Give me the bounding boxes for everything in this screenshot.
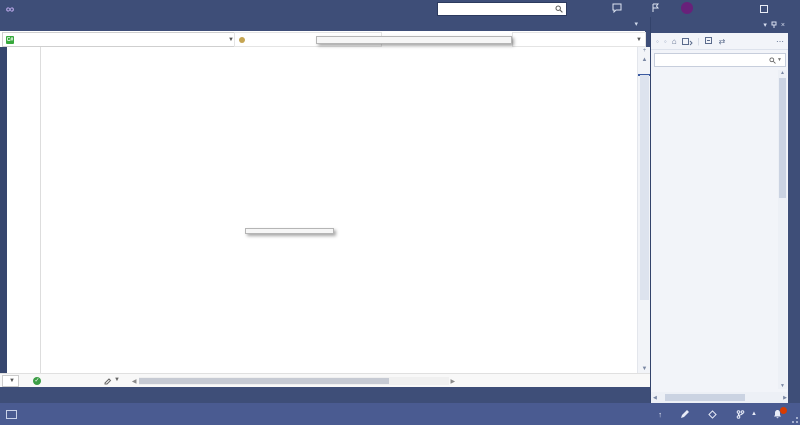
issues-ok-icon: ✓ <box>33 377 41 385</box>
pencil-icon <box>681 410 689 418</box>
search-icon <box>769 57 776 64</box>
status-bar: ↑ ▲ <box>0 403 800 425</box>
arrow-up-icon: ↑ <box>658 410 662 419</box>
scrollbar-thumb[interactable] <box>665 394 745 401</box>
title-bar: ∞ <box>0 0 800 17</box>
collapse-all-button[interactable] <box>705 37 714 46</box>
zoom-level-dropdown[interactable]: ▼ <box>2 375 19 387</box>
live-share-icon[interactable] <box>650 3 661 14</box>
code-editor[interactable] <box>0 47 637 373</box>
editor-horizontal-scrollbar[interactable] <box>139 377 449 385</box>
status-ready-icon <box>6 410 17 419</box>
home-button[interactable]: ⌂ <box>672 37 677 46</box>
toolbar-overflow-icon[interactable]: ⋯ <box>776 37 784 46</box>
scroll-up-arrow-icon[interactable]: ▲ <box>778 70 787 76</box>
chevron-down-icon: ▼ <box>9 378 15 384</box>
scrollbar-thumb[interactable] <box>779 78 786 198</box>
chevron-up-icon: ▲ <box>751 411 757 417</box>
sync-with-active-document-button[interactable]: ⇄ <box>719 37 726 46</box>
notifications-button[interactable] <box>773 409 782 419</box>
repository-button[interactable] <box>708 410 720 419</box>
back-button[interactable]: ◦ <box>656 37 659 46</box>
tab-context-menu <box>316 36 512 44</box>
send-feedback-icon[interactable] <box>612 3 623 14</box>
notifications-side-tab[interactable] <box>788 17 800 403</box>
notification-badge <box>780 407 787 414</box>
solution-explorer-search-input[interactable]: ▼ <box>654 53 786 67</box>
maximize-button[interactable] <box>752 0 776 17</box>
change-tracking-margin <box>40 47 41 373</box>
background-tasks-icon[interactable]: ▼ <box>104 377 120 385</box>
editor-indicator-margin <box>0 47 7 373</box>
solution-explorer-title-bar[interactable]: ▾ × <box>651 17 789 33</box>
close-panel-icon[interactable]: × <box>781 22 785 29</box>
user-avatar[interactable] <box>681 2 693 14</box>
csharp-project-icon: C# <box>6 36 14 44</box>
solution-explorer-tree <box>651 70 777 391</box>
visual-studio-window: ∞ ▾ C# ▼ ▼ <box>0 0 800 425</box>
visual-studio-logo-icon: ∞ <box>0 1 20 17</box>
tree-vertical-scrollbar[interactable]: ▲ ▼ <box>778 70 787 389</box>
chevron-down-icon: ▼ <box>777 57 782 63</box>
search-icon <box>555 5 563 13</box>
class-icon <box>238 36 246 44</box>
tree-horizontal-scrollbar[interactable]: ◀ ▶ <box>651 392 789 403</box>
document-well-dropdown-icon[interactable]: ▾ <box>634 20 638 28</box>
editor-vertical-scrollbar[interactable]: + ▲ ▼ <box>637 47 651 373</box>
minimize-button[interactable] <box>728 0 752 17</box>
outgoing-commits-button[interactable]: ↑ <box>658 410 665 419</box>
forward-button[interactable]: ◦ <box>664 37 667 46</box>
quick-search-input[interactable] <box>437 2 567 16</box>
resize-grip[interactable] <box>790 415 798 423</box>
branch-button[interactable]: ▲ <box>736 410 757 419</box>
scroll-right-arrow-icon[interactable]: ▶ <box>451 378 456 385</box>
scroll-left-arrow-icon[interactable]: ◀ <box>132 378 137 385</box>
branch-icon <box>736 410 745 419</box>
status-ready <box>6 410 21 419</box>
code-health-indicator[interactable]: ✓ <box>33 377 44 385</box>
solution-explorer-toolbar: ◦ ◦ ⌂ | ⇄ ⋯ <box>651 33 789 50</box>
scrollbar-thumb[interactable] <box>139 378 389 384</box>
project-dropdown[interactable]: C# ▼ <box>2 32 238 47</box>
scroll-down-arrow-icon[interactable]: ▼ <box>778 383 787 389</box>
solution-explorer-panel: ▾ × ◦ ◦ ⌂ | ⇄ ⋯ ▼ <box>650 17 789 403</box>
chevron-down-icon: ▼ <box>636 37 642 43</box>
window-position-icon[interactable]: ▾ <box>763 21 767 29</box>
switch-views-button[interactable] <box>682 37 693 46</box>
set-tab-layout-submenu <box>245 228 334 234</box>
close-window-button[interactable] <box>776 0 800 17</box>
editor-status-strip: ▼ ✓ ▼ ◀ ▶ <box>0 373 650 388</box>
scroll-left-arrow-icon[interactable]: ◀ <box>653 395 657 401</box>
scroll-right-arrow-icon[interactable]: ▶ <box>783 395 787 401</box>
unsaved-edits-button[interactable] <box>681 410 692 418</box>
auto-hide-pin-icon[interactable] <box>771 21 777 29</box>
bottom-tool-window-tabs <box>0 387 658 403</box>
member-dropdown[interactable]: ▼ <box>512 32 646 47</box>
repo-icon <box>708 410 717 419</box>
scrollbar-thumb[interactable] <box>640 75 649 300</box>
